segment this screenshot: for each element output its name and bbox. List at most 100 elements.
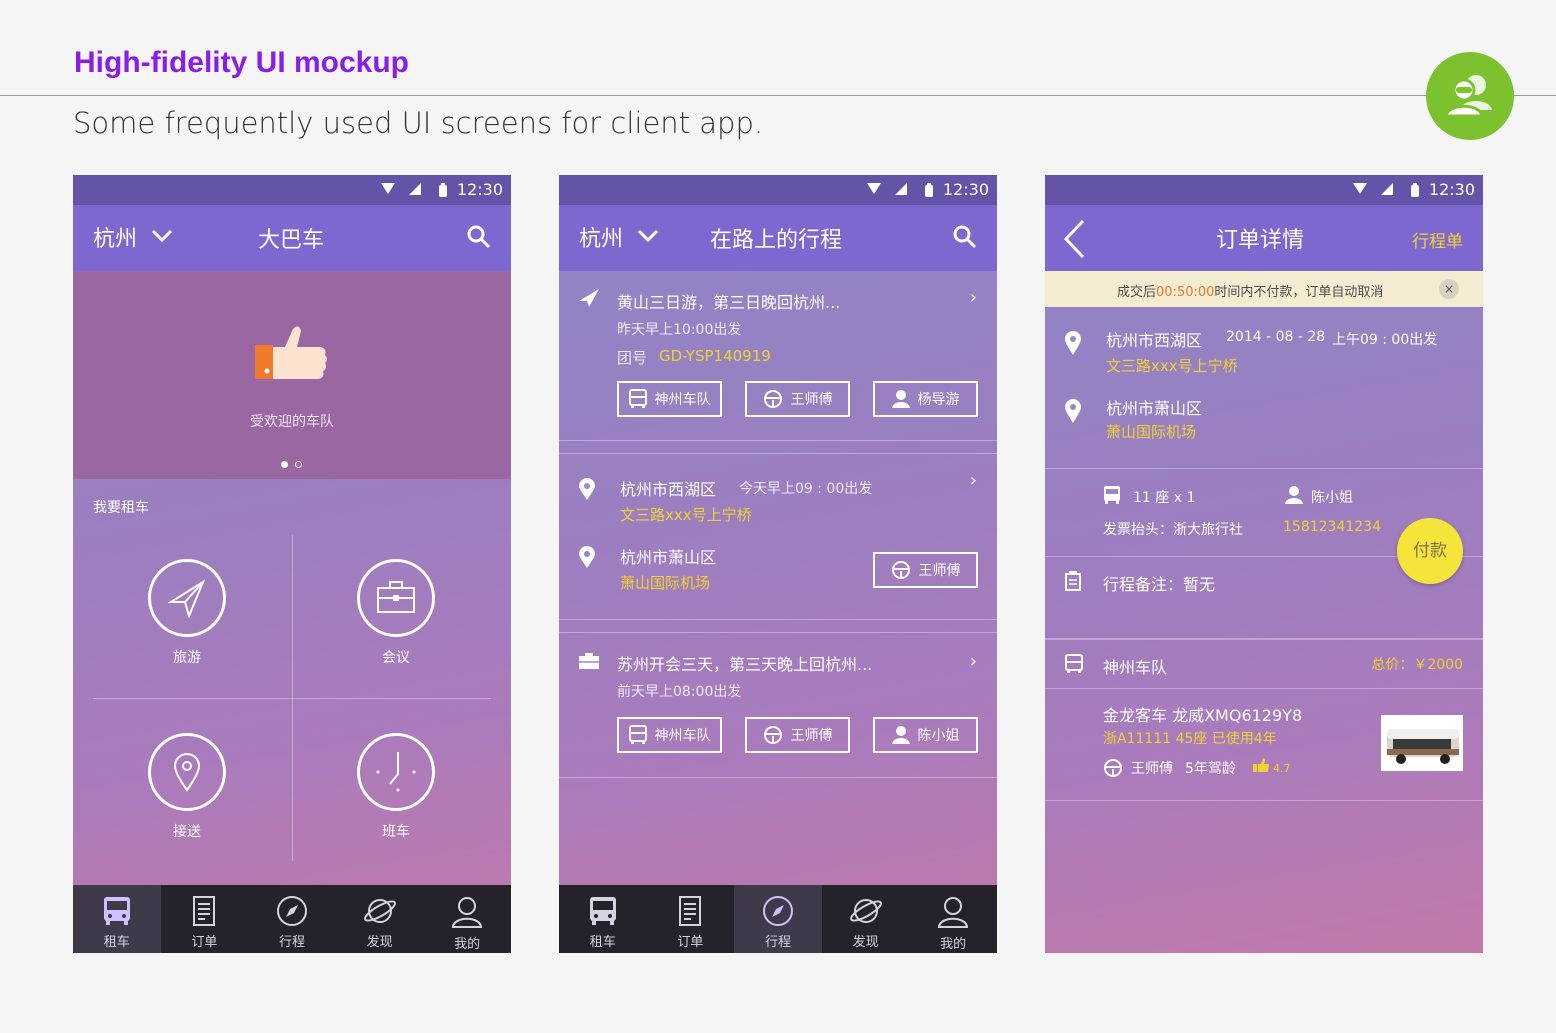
driver-name: 王师傅 bbox=[1131, 761, 1173, 777]
tab-label: 发现 bbox=[366, 935, 393, 950]
group-number: GD-YSP140919 bbox=[659, 347, 771, 365]
tab-rent[interactable]: 租车 bbox=[73, 885, 161, 953]
status-time: 12:30 bbox=[1428, 180, 1475, 199]
top-bar: 杭州 大巴车 bbox=[73, 205, 511, 271]
chevron-down-icon[interactable] bbox=[637, 229, 659, 243]
tab-trips[interactable]: 行程 bbox=[248, 885, 336, 953]
city-selector[interactable]: 杭州 bbox=[93, 221, 137, 253]
guide-button[interactable]: 杨导游 bbox=[873, 381, 978, 417]
team-button[interactable]: 神州车队 bbox=[617, 381, 722, 417]
contact-label: 陈小姐 bbox=[917, 728, 960, 744]
payment-warning-banner: 成交后00:50:00时间内不付款，订单自动取消 × bbox=[1045, 271, 1483, 307]
battery-icon bbox=[439, 183, 447, 197]
to-city: 杭州市萧山区 bbox=[1106, 399, 1203, 418]
team-button[interactable]: 神州车队 bbox=[617, 717, 722, 753]
trip-note: 行程备注：暂无 bbox=[1103, 575, 1216, 594]
document-icon bbox=[679, 896, 702, 926]
category-tour[interactable]: 旅游 bbox=[147, 559, 227, 667]
top-bar: 杭州 在路上的行程 bbox=[559, 205, 997, 271]
category-transfer[interactable]: 接送 bbox=[147, 733, 227, 841]
driver-button[interactable]: 王师傅 bbox=[745, 381, 850, 417]
location-pin-icon bbox=[173, 753, 201, 792]
tab-label: 租车 bbox=[103, 935, 130, 950]
driver-button[interactable]: 王师傅 bbox=[745, 717, 850, 753]
tab-label: 租车 bbox=[589, 935, 616, 950]
countdown-timer: 00:50:00 bbox=[1156, 285, 1215, 300]
thumbs-up-icon bbox=[255, 326, 327, 379]
tab-discover[interactable]: 发现 bbox=[336, 885, 424, 953]
tab-rent[interactable]: 租车 bbox=[559, 885, 647, 953]
divider bbox=[0, 95, 1556, 96]
steering-wheel-icon bbox=[763, 726, 782, 744]
screen-bus-rental: 12:30 杭州 大巴车 受欢迎的车队 我要租车 旅游 会议 接送 班车 租车 … bbox=[73, 175, 511, 953]
section-label: 我要租车 bbox=[93, 500, 149, 516]
trip-card[interactable]: 杭州市西湖区 今天早上09 : 00出发 › 文三路xxx号上宁桥 杭州市萧山区… bbox=[559, 453, 997, 620]
screen-title: 订单详情 bbox=[1216, 228, 1305, 253]
carousel-dots[interactable] bbox=[281, 453, 309, 472]
tab-label: 订单 bbox=[191, 935, 218, 950]
tab-orders[interactable]: 订单 bbox=[647, 885, 735, 953]
tab-me[interactable]: 我的 bbox=[423, 885, 511, 953]
signal-icon bbox=[895, 183, 907, 195]
category-meeting[interactable]: 会议 bbox=[356, 559, 436, 667]
chevron-right-icon: › bbox=[969, 470, 977, 491]
tab-me[interactable]: 我的 bbox=[909, 885, 997, 953]
search-icon[interactable] bbox=[467, 225, 491, 249]
seat-count: 11 座 x 1 bbox=[1133, 490, 1196, 506]
city-selector[interactable]: 杭州 bbox=[579, 221, 623, 253]
document-icon bbox=[193, 896, 216, 926]
user-icon bbox=[938, 897, 969, 928]
chevron-down-icon[interactable] bbox=[151, 229, 173, 243]
back-arrow-icon[interactable] bbox=[1063, 219, 1085, 259]
total-price: 总价：￥2000 bbox=[1371, 657, 1463, 673]
trip-time: 上午09 : 00出发 bbox=[1332, 332, 1438, 348]
status-time: 12:30 bbox=[942, 180, 989, 199]
tab-orders[interactable]: 订单 bbox=[161, 885, 249, 953]
guide-label: 杨导游 bbox=[917, 392, 960, 408]
chevron-right-icon: › bbox=[969, 287, 977, 308]
itinerary-link[interactable]: 行程单 bbox=[1412, 227, 1463, 252]
banner-prefix: 成交后 bbox=[1117, 285, 1157, 300]
clipboard-icon bbox=[1065, 571, 1081, 591]
category-label: 班车 bbox=[382, 824, 410, 840]
to-address: 萧山国际机场 bbox=[1106, 423, 1197, 441]
contact-phone: 15812341234 bbox=[1283, 519, 1381, 535]
pay-button[interactable]: 付款 bbox=[1397, 518, 1463, 584]
tab-trips[interactable]: 行程 bbox=[734, 885, 822, 953]
bus-icon bbox=[1104, 486, 1120, 504]
bus-icon bbox=[103, 897, 130, 925]
close-button[interactable]: × bbox=[1439, 279, 1459, 299]
compass-icon bbox=[276, 896, 307, 926]
chevron-right-icon: › bbox=[969, 651, 977, 672]
trip-card[interactable]: 苏州开会三天，第三天晚上回杭州... › 前天早上08:00出发 神州车队 王师… bbox=[559, 632, 997, 778]
team-name: 神州车队 bbox=[1103, 658, 1168, 677]
clock-icon bbox=[376, 752, 416, 792]
paper-plane-icon bbox=[579, 289, 599, 307]
to-city: 杭州市萧山区 bbox=[620, 548, 717, 567]
wifi-icon bbox=[381, 183, 395, 194]
screen-order-detail: 12:30 订单详情 行程单 成交后00:50:00时间内不付款，订单自动取消 … bbox=[1045, 175, 1483, 953]
contact-button[interactable]: 陈小姐 bbox=[873, 717, 978, 753]
paper-plane-icon bbox=[167, 579, 206, 618]
status-bar: 12:30 bbox=[1045, 175, 1483, 205]
location-pin-icon bbox=[1065, 331, 1081, 355]
driver-button[interactable]: 王师傅 bbox=[873, 552, 978, 588]
category-shuttle[interactable]: 班车 bbox=[356, 733, 436, 841]
banner-text: 成交后00:50:00时间内不付款，订单自动取消 bbox=[1117, 281, 1383, 300]
contact-name: 陈小姐 bbox=[1311, 490, 1353, 506]
users-icon bbox=[1444, 75, 1492, 118]
tab-discover[interactable]: 发现 bbox=[822, 885, 910, 953]
trip-card[interactable]: 黄山三日游，第三日晚回杭州... › 昨天早上10:00出发 团号 GD-YSP… bbox=[559, 271, 997, 441]
bus-name: 金龙客车 龙威XMQ6129Y8 bbox=[1103, 706, 1303, 725]
briefcase-icon bbox=[579, 653, 599, 669]
search-icon[interactable] bbox=[953, 225, 977, 249]
wifi-icon bbox=[867, 183, 881, 194]
top-bar: 订单详情 行程单 bbox=[1045, 205, 1483, 271]
bus-photo[interactable] bbox=[1381, 715, 1463, 771]
bus-icon bbox=[589, 897, 616, 925]
wifi-icon bbox=[1353, 183, 1367, 194]
driver-label: 王师傅 bbox=[790, 392, 833, 408]
signal-icon bbox=[409, 183, 421, 195]
trip-date: 2014 - 08 - 28 bbox=[1226, 329, 1326, 345]
featured-banner[interactable]: 受欢迎的车队 bbox=[73, 271, 511, 479]
